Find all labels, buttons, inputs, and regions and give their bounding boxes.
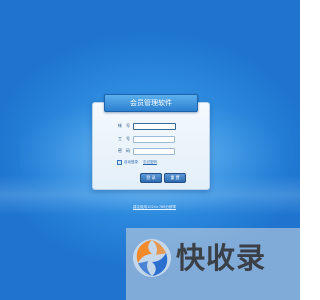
- login-button[interactable]: 登 录: [140, 173, 162, 183]
- reset-button[interactable]: 重 置: [164, 173, 186, 183]
- job-number-input[interactable]: [133, 136, 175, 143]
- forgot-password-link[interactable]: 忘记密码: [143, 159, 157, 165]
- auto-login-label[interactable]: 自动登录: [124, 159, 138, 165]
- login-screen: 会员管理软件 帐 号 工 号 密 码 自动登录 忘记密码 登 录 重 置 建议使…: [0, 0, 300, 300]
- job-number-label: 工 号: [118, 136, 130, 141]
- password-label: 密 码: [118, 148, 130, 153]
- auto-login-checkbox[interactable]: [117, 159, 122, 165]
- account-input[interactable]: [133, 123, 176, 130]
- login-title-banner: 会员管理软件: [104, 94, 198, 112]
- password-input[interactable]: [133, 148, 175, 155]
- kuaishoulu-logo-icon: [133, 239, 171, 277]
- account-label: 帐 号: [118, 123, 130, 128]
- watermark-text: 快收录: [176, 241, 267, 275]
- remember-row: 自动登录 忘记密码: [117, 159, 157, 165]
- resolution-hint-link[interactable]: 建议使用1024×768分辨率: [133, 205, 176, 210]
